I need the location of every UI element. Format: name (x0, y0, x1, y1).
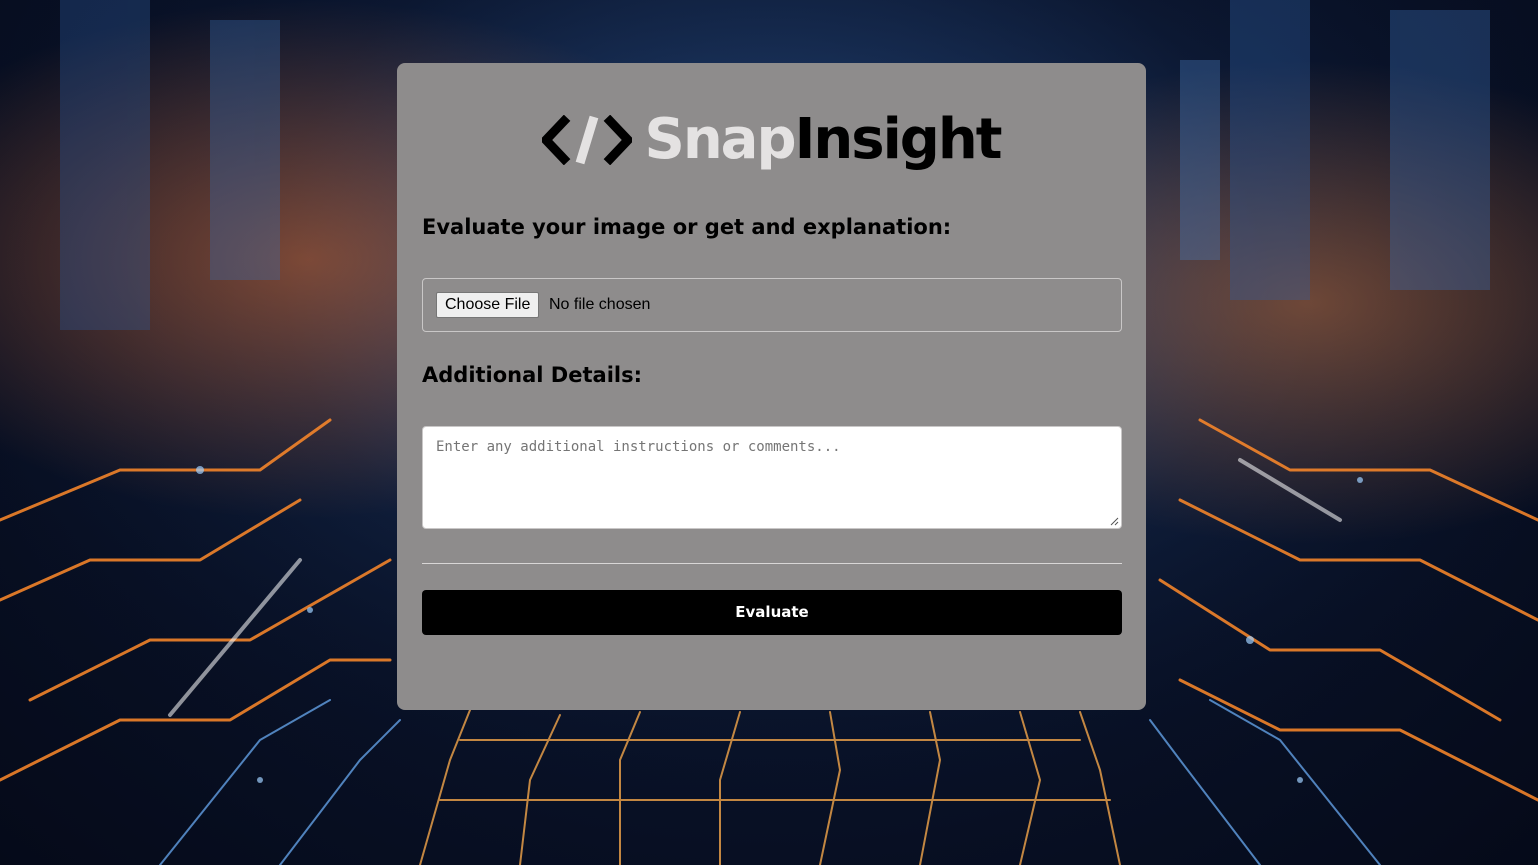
image-upload-label: Evaluate your image or get and explanati… (422, 215, 952, 239)
file-status-text: No file chosen (549, 296, 651, 313)
brand-name-insight: Insight (794, 107, 1003, 172)
code-brackets-icon (542, 115, 633, 165)
resize-handle-icon[interactable] (1109, 516, 1119, 526)
brand-name-snap: Snap (644, 107, 796, 172)
additional-details-label: Additional Details: (422, 363, 642, 387)
form-divider (422, 563, 1122, 564)
additional-details-textarea[interactable] (422, 426, 1122, 529)
file-upload-field[interactable]: Choose File No file chosen (422, 278, 1122, 332)
evaluation-card: SnapInsight Evaluate your image or get a… (397, 63, 1146, 710)
choose-file-button[interactable]: Choose File (436, 292, 540, 318)
evaluate-button[interactable]: Evaluate (422, 590, 1122, 635)
brand-logo: SnapInsight (397, 107, 1146, 177)
